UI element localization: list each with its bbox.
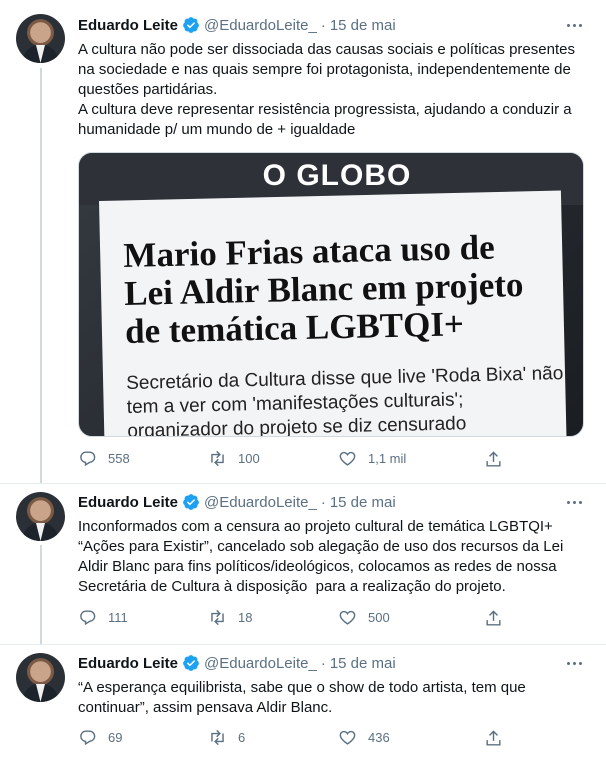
tweet-text: “A esperança equilibrista, sabe que o sh…: [78, 679, 530, 716]
retweet-icon: [211, 450, 224, 467]
retweet-button[interactable]: 18: [208, 608, 338, 627]
tweet-text: A cultura não pode ser dissociada das ca…: [78, 41, 575, 138]
reply-icon: [80, 610, 96, 626]
tweet-2[interactable]: Eduardo Leite @EduardoLeite_ · 15 de mai…: [0, 484, 606, 645]
tweet-3[interactable]: Eduardo Leite @EduardoLeite_ · 15 de mai…: [0, 645, 606, 763]
reply-icon: [80, 730, 96, 746]
share-icon[interactable]: [484, 450, 503, 469]
author-handle[interactable]: @EduardoLeite_: [204, 655, 317, 672]
verified-badge-icon: [183, 655, 199, 671]
like-count: 500: [368, 610, 390, 625]
author-name[interactable]: Eduardo Leite: [78, 17, 178, 34]
reply-count: 111: [108, 610, 128, 625]
reply-icon: [80, 451, 96, 467]
separator-dot: ·: [320, 654, 326, 672]
news-headline: Mario Frias ataca uso de Lei Aldir Blanc…: [122, 227, 524, 351]
tweet-actions: 558 100 1,1 mil: [78, 449, 468, 468]
share-icon[interactable]: [484, 729, 503, 748]
like-button[interactable]: 500: [338, 608, 468, 627]
like-count: 1,1 mil: [368, 451, 407, 466]
author-name[interactable]: Eduardo Leite: [78, 494, 178, 511]
retweet-icon: [211, 609, 224, 626]
reply-button[interactable]: 558: [78, 449, 208, 468]
retweet-count: 100: [238, 451, 260, 466]
masthead-logo: O GLOBO: [262, 159, 412, 192]
reply-count: 69: [108, 730, 123, 745]
heart-icon: [339, 610, 356, 625]
avatar[interactable]: [16, 14, 65, 63]
like-button[interactable]: 1,1 mil: [338, 449, 468, 468]
retweet-button[interactable]: 6: [208, 728, 338, 747]
retweet-icon: [211, 729, 224, 746]
tweet-actions: 111 18 500: [78, 608, 468, 627]
tweet-1[interactable]: Eduardo Leite @EduardoLeite_ · 15 de mai…: [0, 0, 606, 484]
verified-badge-icon: [183, 494, 199, 510]
avatar[interactable]: [16, 653, 65, 702]
tweet-date[interactable]: 15 de mai: [330, 17, 396, 34]
author-handle[interactable]: @EduardoLeite_: [204, 494, 317, 511]
separator-dot: ·: [320, 493, 326, 511]
more-icon[interactable]: [562, 653, 586, 673]
news-image[interactable]: O GLOBO Mario Frias ataca uso de Lei Ald…: [78, 152, 584, 437]
reply-button[interactable]: 111: [78, 608, 208, 627]
heart-icon: [339, 730, 356, 745]
separator-dot: ·: [320, 16, 326, 34]
more-icon[interactable]: [562, 492, 586, 512]
heart-icon: [339, 451, 356, 466]
tweet-text: Inconformados com a censura ao projeto c…: [78, 518, 567, 595]
tweet-date[interactable]: 15 de mai: [330, 655, 396, 672]
avatar[interactable]: [16, 492, 65, 541]
reply-button[interactable]: 69: [78, 728, 208, 747]
reply-count: 558: [108, 451, 130, 466]
retweet-count: 6: [238, 730, 246, 745]
author-name[interactable]: Eduardo Leite: [78, 655, 178, 672]
like-count: 436: [368, 730, 390, 745]
tweet-date[interactable]: 15 de mai: [330, 494, 396, 511]
share-icon[interactable]: [484, 609, 503, 628]
retweet-count: 18: [238, 610, 253, 625]
retweet-button[interactable]: 100: [208, 449, 338, 468]
author-handle[interactable]: @EduardoLeite_: [204, 17, 317, 34]
more-icon[interactable]: [562, 15, 586, 35]
verified-badge-icon: [183, 17, 199, 33]
like-button[interactable]: 436: [338, 728, 468, 747]
news-subhead: Secretário da Cultura disse que live 'Ro…: [126, 363, 564, 437]
tweet-actions: 69 6 436: [78, 728, 468, 747]
